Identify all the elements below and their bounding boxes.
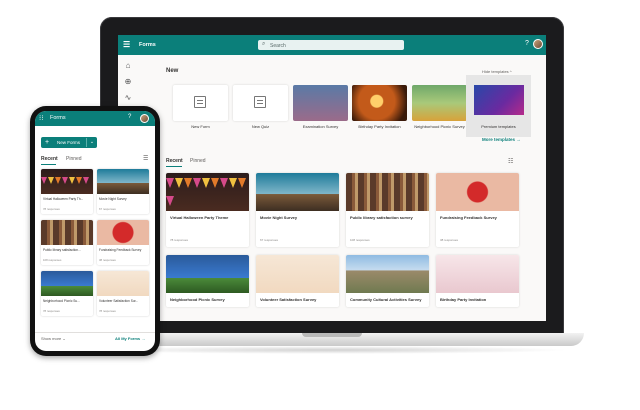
card-thumbnail xyxy=(436,173,519,211)
tab-pinned[interactable]: Pinned xyxy=(190,158,206,164)
form-card[interactable]: Public library satisfaction... 108 respo… xyxy=(41,220,93,265)
card-thumbnail xyxy=(436,255,519,293)
template-birthday-party[interactable] xyxy=(352,85,407,121)
card-thumbnail xyxy=(346,255,429,293)
tab-pinned[interactable]: Pinned xyxy=(66,156,82,162)
form-card[interactable]: Public library satisfaction survey 108 r… xyxy=(346,173,429,247)
app-title[interactable]: Forms xyxy=(50,115,66,121)
card-response-count: 108 responses xyxy=(43,258,62,262)
card-thumbnail xyxy=(41,169,93,194)
app-launcher-icon[interactable]: ☰ xyxy=(123,40,130,49)
plus-icon: + xyxy=(45,139,50,146)
card-title: Neighborhood Picnic Su... xyxy=(43,299,80,303)
chevron-down-icon[interactable]: ⌄ xyxy=(86,138,97,147)
new-section-title: New xyxy=(166,68,179,74)
template-label: Premium templates xyxy=(481,124,516,129)
form-card[interactable]: Community Cultural Activities Survey xyxy=(346,255,429,307)
mobile-forms-app: ⁝⁝ Forms ? + New Forms ⌄ Recent Pinned ☰… xyxy=(35,111,155,351)
template-new-form[interactable] xyxy=(173,85,228,121)
form-card[interactable]: Neighborhood Picnic Survey xyxy=(166,255,249,307)
app-launcher-icon[interactable]: ⁝⁝ xyxy=(39,114,43,122)
card-response-count: 78 responses xyxy=(43,207,60,211)
tab-recent[interactable]: Recent xyxy=(166,158,183,167)
form-card[interactable]: Virtual Halloween Party Theme 78 respons… xyxy=(166,173,249,247)
card-title: Community Cultural Activities Survey xyxy=(350,297,422,302)
card-thumbnail xyxy=(166,173,249,211)
divider xyxy=(35,332,155,333)
hide-templates-button[interactable]: Hide templates ^ xyxy=(482,69,512,74)
template-neighborhood-picnic[interactable] xyxy=(412,85,467,121)
card-response-count: 67 responses xyxy=(99,207,116,211)
template-new-quiz[interactable] xyxy=(233,85,288,121)
home-icon[interactable]: ⌂ xyxy=(123,61,133,71)
card-title: Neighborhood Picnic Survey xyxy=(170,297,225,302)
card-thumbnail xyxy=(256,173,339,211)
form-card[interactable]: Virtual Halloween Party Th... 78 respons… xyxy=(41,169,93,214)
premium-templates-art xyxy=(474,85,524,115)
form-card[interactable]: Fundraising Feedback Survey 38 responses xyxy=(97,220,149,265)
show-more-link[interactable]: Show more ⌄ xyxy=(41,336,66,341)
template-examination-survey[interactable] xyxy=(293,85,348,121)
form-card[interactable]: Volunteer Satisfaction Survey xyxy=(256,255,339,307)
card-title: Movie Night Survey xyxy=(99,197,127,201)
card-response-count: 38 responses xyxy=(99,258,116,262)
all-my-forms-link[interactable]: All My Forms → xyxy=(115,336,145,341)
card-response-count: 78 responses xyxy=(43,309,60,313)
card-title: Volunteer Satisfaction Survey xyxy=(260,297,317,302)
card-thumbnail xyxy=(97,220,149,245)
card-title: Volunteer Satisfaction Sur... xyxy=(99,299,139,303)
card-title: Public library satisfaction... xyxy=(43,248,81,252)
help-icon[interactable]: ? xyxy=(525,40,529,47)
list-view-icon[interactable]: ☰ xyxy=(143,155,148,162)
card-response-count: 108 responses xyxy=(350,238,370,242)
laptop-shadow xyxy=(90,346,570,354)
add-icon[interactable]: ⊕ xyxy=(123,77,133,87)
list-view-icon[interactable]: ☷ xyxy=(508,158,513,165)
card-response-count: 67 responses xyxy=(260,238,279,242)
card-title: Fundraising Feedback Survey xyxy=(440,215,497,220)
new-forms-button[interactable]: + New Forms ⌄ xyxy=(41,137,97,148)
search-icon: ⌕ xyxy=(262,41,266,47)
quiz-icon xyxy=(254,96,266,108)
card-title: Virtual Halloween Party Th... xyxy=(43,197,84,201)
card-title: Public library satisfaction survey xyxy=(350,215,413,220)
card-title: Movie Night Survey xyxy=(260,215,298,220)
search-placeholder: Search xyxy=(270,42,286,49)
desktop-forms-app: ☰ Forms ⌕ Search ? ⌂ ⊕ ∿ New Hide templa… xyxy=(118,35,546,321)
bunting-decoration xyxy=(41,171,93,185)
form-card[interactable]: Birthday Party Invitation xyxy=(436,255,519,307)
form-card[interactable]: Fundraising Feedback Survey 38 responses xyxy=(436,173,519,247)
activity-icon[interactable]: ∿ xyxy=(123,93,133,103)
search-input[interactable]: ⌕ Search xyxy=(258,40,404,50)
card-thumbnail xyxy=(346,173,429,211)
form-card[interactable]: Movie Night Survey 67 responses xyxy=(97,169,149,214)
card-response-count: 38 responses xyxy=(440,238,459,242)
avatar[interactable] xyxy=(140,114,149,123)
avatar[interactable] xyxy=(533,39,543,49)
card-thumbnail xyxy=(97,271,149,296)
laptop-notch xyxy=(302,333,362,337)
tab-recent[interactable]: Recent xyxy=(41,156,58,165)
bunting-decoration xyxy=(166,175,249,206)
new-forms-label: New Forms xyxy=(57,140,81,145)
form-card[interactable]: Neighborhood Picnic Su... 78 responses xyxy=(41,271,93,316)
card-thumbnail xyxy=(41,271,93,296)
card-title: Virtual Halloween Party Theme xyxy=(170,215,229,220)
help-icon[interactable]: ? xyxy=(128,114,131,120)
card-title: Fundraising Feedback Survey xyxy=(99,248,142,252)
card-thumbnail xyxy=(256,255,339,293)
form-card[interactable]: Volunteer Satisfaction Sur... 78 respons… xyxy=(97,271,149,316)
desktop-top-bar: ☰ Forms ⌕ Search ? xyxy=(118,35,546,55)
more-templates-link[interactable]: More templates → xyxy=(482,137,521,142)
card-response-count: 78 responses xyxy=(99,309,116,313)
card-thumbnail xyxy=(97,169,149,194)
mobile-top-bar: ⁝⁝ Forms ? xyxy=(35,111,155,126)
card-title: Birthday Party Invitation xyxy=(440,297,487,302)
form-card[interactable]: Movie Night Survey 67 responses xyxy=(256,173,339,247)
card-thumbnail xyxy=(41,220,93,245)
card-thumbnail xyxy=(166,255,249,293)
app-title[interactable]: Forms xyxy=(139,42,156,48)
card-response-count: 78 responses xyxy=(170,238,189,242)
form-icon xyxy=(194,96,206,108)
